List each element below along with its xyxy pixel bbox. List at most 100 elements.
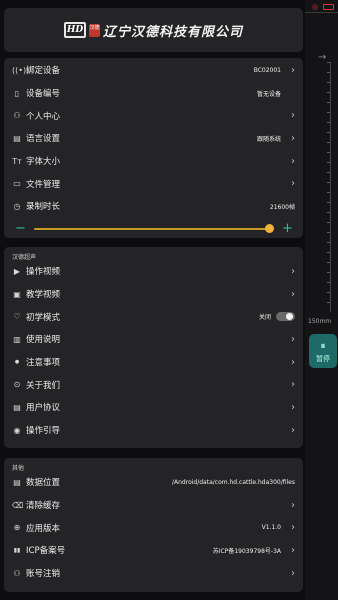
chevron-right-icon: › bbox=[291, 333, 295, 345]
device-icon: ▯ bbox=[14, 88, 20, 98]
background-app-panel bbox=[305, 0, 338, 600]
setting-value: 21600帧 bbox=[269, 203, 295, 211]
depth-unit-label: 150mm bbox=[308, 318, 332, 325]
chevron-right-icon: › bbox=[291, 132, 295, 144]
item-label: 注意事项 bbox=[26, 358, 61, 369]
chevron-right-icon: › bbox=[291, 544, 295, 556]
slider-thumb[interactable] bbox=[265, 223, 275, 233]
toggle-switch[interactable] bbox=[276, 312, 295, 322]
item-value: /Android/data/com.hd.cattle.hda300/files bbox=[172, 478, 295, 486]
slider-track[interactable] bbox=[34, 227, 272, 230]
pause-button[interactable]: ⏸ 暂停 bbox=[309, 334, 337, 368]
chevron-right-icon: › bbox=[291, 356, 295, 368]
item-operation-guide[interactable]: ◉ 操作引导 › bbox=[4, 419, 303, 442]
language-icon: ▤ bbox=[13, 133, 21, 143]
item-label: 应用版本 bbox=[26, 523, 61, 534]
chevron-right-icon: › bbox=[291, 379, 295, 391]
item-icp-number[interactable]: ▮▮ ICP备案号 苏ICP备19039798号-3A › bbox=[4, 539, 303, 562]
chevron-right-icon: › bbox=[291, 110, 295, 122]
setting-record-duration: ◷ 录制时长 21600帧 bbox=[4, 195, 303, 218]
setting-label: 个人中心 bbox=[26, 111, 61, 122]
seal-icon: 汉德 bbox=[88, 23, 100, 37]
item-label: 用户协议 bbox=[26, 403, 61, 414]
beginner-mode-switch[interactable]: 关闭 bbox=[258, 312, 295, 322]
item-label: 账号注销 bbox=[26, 569, 61, 580]
item-label: 初学模式 bbox=[26, 312, 61, 323]
setting-label: 文件管理 bbox=[26, 179, 61, 190]
chevron-right-icon: › bbox=[291, 155, 295, 167]
chevron-right-icon: › bbox=[291, 567, 295, 579]
pause-button-label: 暂停 bbox=[316, 355, 330, 363]
item-label: ICP备案号 bbox=[26, 546, 66, 557]
setting-label: 绑定设备 bbox=[26, 66, 61, 77]
agreement-icon: ▤ bbox=[13, 402, 21, 412]
item-teaching-video[interactable]: ▣ 教学视频 › bbox=[4, 283, 303, 306]
item-clear-cache[interactable]: ⌫ 清除缓存 › bbox=[4, 494, 303, 517]
timer-icon: ◷ bbox=[13, 201, 21, 211]
item-label: 操作引导 bbox=[26, 426, 61, 437]
chevron-right-icon: › bbox=[291, 288, 295, 300]
setting-personal-center[interactable]: ⚇ 个人中心 › bbox=[4, 104, 303, 127]
person-icon: ⚇ bbox=[13, 111, 21, 121]
hd-logo-mark: HD bbox=[63, 22, 86, 38]
item-label: 使用说明 bbox=[26, 335, 61, 346]
ultrasound-card: 汉德超声 ▶ 操作视频 › ▣ 教学视频 › ♡ 初学模式 关闭 ▥ 使用说明 … bbox=[4, 247, 303, 448]
settings-drawer: HD 汉德 辽宁汉德科技有限公司 ((•)) 绑定设备 BC02001 › ▯ … bbox=[0, 0, 305, 600]
toggle-state: 关闭 bbox=[258, 314, 271, 322]
item-label: 操作视频 bbox=[26, 267, 61, 278]
item-account-cancel[interactable]: ⚇ 账号注销 › bbox=[4, 562, 303, 585]
setting-bind-device[interactable]: ((•)) 绑定设备 BC02001 › bbox=[4, 59, 303, 82]
video-icon: ▶ bbox=[13, 266, 21, 276]
notice-icon: ● bbox=[14, 359, 20, 366]
chevron-right-icon: › bbox=[291, 522, 295, 534]
chevron-right-icon: › bbox=[291, 499, 295, 511]
item-label: 数据位置 bbox=[26, 478, 61, 489]
icp-icon: ▮▮ bbox=[13, 546, 21, 554]
item-label: 清除缓存 bbox=[26, 501, 61, 512]
item-about-us[interactable]: ⊙ 关于我们 › bbox=[4, 373, 303, 396]
increase-button[interactable]: + bbox=[282, 221, 293, 236]
depth-ruler bbox=[327, 62, 330, 312]
item-label: 教学视频 bbox=[26, 290, 61, 301]
decrease-button[interactable]: − bbox=[15, 221, 26, 236]
folder-icon: ▭ bbox=[13, 179, 21, 189]
record-duration-slider[interactable]: − + bbox=[4, 218, 303, 240]
setting-value: 暂无设备 bbox=[256, 90, 281, 98]
setting-value: 跟随系统 bbox=[256, 135, 281, 143]
setting-font-size[interactable]: Tт 字体大小 › bbox=[4, 150, 303, 173]
item-data-location[interactable]: ▤ 数据位置 /Android/data/com.hd.cattle.hda30… bbox=[4, 471, 303, 494]
account-cancel-icon: ⚇ bbox=[13, 568, 21, 578]
setting-label: 录制时长 bbox=[26, 202, 61, 213]
other-card: 其他 ▤ 数据位置 /Android/data/com.hd.cattle.hd… bbox=[4, 458, 303, 592]
item-app-version[interactable]: ⊕ 应用版本 V1.1.0 › bbox=[4, 516, 303, 539]
setting-file-management[interactable]: ▭ 文件管理 › bbox=[4, 172, 303, 195]
chevron-right-icon: › bbox=[291, 178, 295, 190]
battery-icon bbox=[323, 4, 334, 10]
item-instructions[interactable]: ▥ 使用说明 › bbox=[4, 328, 303, 351]
item-user-agreement[interactable]: ▤ 用户协议 › bbox=[4, 396, 303, 419]
setting-label: 字体大小 bbox=[26, 157, 61, 168]
settings-card: ((•)) 绑定设备 BC02001 › ▯ 设备编号 暂无设备 ⚇ 个人中心 … bbox=[4, 58, 303, 238]
item-value: 苏ICP备19039798号-3A bbox=[212, 547, 281, 555]
font-size-icon: Tт bbox=[12, 156, 22, 166]
version-icon: ⊕ bbox=[13, 523, 21, 533]
company-logo: HD 汉德 辽宁汉德科技有限公司 bbox=[63, 21, 243, 40]
chevron-right-icon: › bbox=[291, 424, 295, 436]
setting-language[interactable]: ▤ 语言设置 跟随系统 › bbox=[4, 127, 303, 150]
item-label: 关于我们 bbox=[26, 380, 61, 391]
setting-value: BC02001 bbox=[253, 66, 281, 74]
setting-label: 语言设置 bbox=[26, 134, 61, 145]
item-notices[interactable]: ● 注意事项 › bbox=[4, 351, 303, 374]
chevron-right-icon: › bbox=[291, 401, 295, 413]
clear-cache-icon: ⌫ bbox=[12, 500, 24, 510]
item-value: V1.1.0 bbox=[261, 524, 281, 532]
item-beginner-mode[interactable]: ♡ 初学模式 关闭 bbox=[4, 305, 303, 328]
pause-icon: ⏸ bbox=[320, 341, 326, 352]
section-title: 其他 bbox=[12, 465, 25, 472]
setting-device-number[interactable]: ▯ 设备编号 暂无设备 bbox=[4, 82, 303, 105]
chevron-right-icon: › bbox=[291, 64, 295, 76]
arrow-right-icon[interactable]: → bbox=[318, 52, 326, 63]
chevron-right-icon: › bbox=[291, 265, 295, 277]
teaching-video-icon: ▣ bbox=[13, 289, 21, 299]
item-operation-video[interactable]: ▶ 操作视频 › bbox=[4, 260, 303, 283]
